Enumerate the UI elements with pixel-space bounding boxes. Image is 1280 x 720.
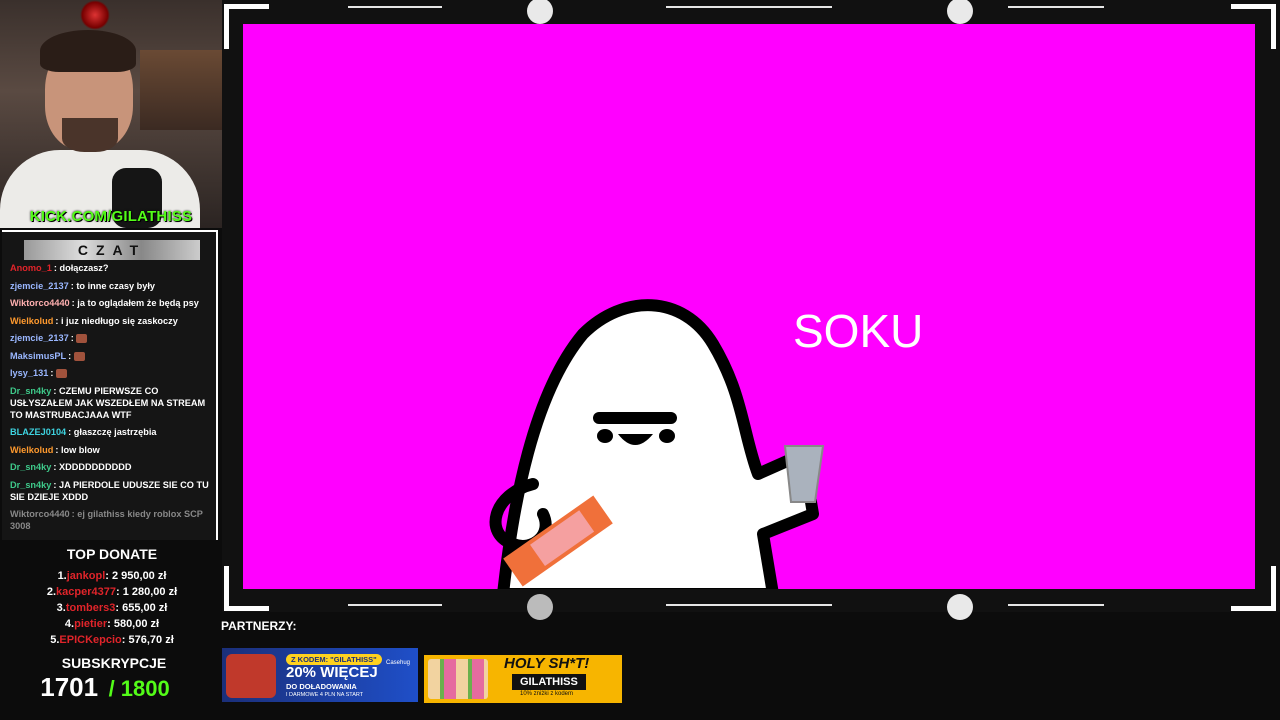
donate-rank: 2. — [46, 586, 57, 598]
frame-tick — [1008, 6, 1104, 8]
ad2-headline: HOLY SH*T! — [504, 655, 590, 672]
donate-name: pietier — [74, 618, 108, 630]
donate-rank: 1. — [57, 570, 67, 582]
partner-ad-holy[interactable]: HOLY SH*T! GILATHISS 10% zniżki z kodem — [424, 655, 622, 703]
stage-caption: SOKU — [793, 305, 924, 357]
streamer-hair — [40, 30, 136, 72]
subs-count: 1701 — [40, 672, 99, 702]
chat-title: CZAT — [24, 240, 200, 260]
stage-video: SOKU — [243, 24, 1255, 589]
chat-message: Dr_sn4ky: CZEMU PIERWSZE CO USŁYSZAŁEM J… — [10, 385, 210, 421]
chat-username[interactable]: zjemcie_2137 — [10, 281, 69, 291]
donate-name: jankopl — [66, 570, 106, 582]
chat-message: Wielkolud: low blow — [10, 444, 210, 456]
chat-username[interactable]: Dr_sn4ky — [10, 462, 51, 472]
chat-username[interactable]: MaksimusPL — [10, 351, 66, 361]
chat-message: Dr_sn4ky: XDDDDDDDDDD — [10, 461, 210, 473]
donate-amount: : 580,00 zł — [107, 618, 160, 630]
chat-username[interactable]: Wielkolud — [10, 316, 53, 326]
chat-message: MaksimusPL: — [10, 350, 210, 362]
chat-message: Wiktorco4440: ja to oglądałem że będą ps… — [10, 297, 210, 309]
chat-message: Wiktorco4440: ej gilathiss kiedy roblox … — [10, 508, 210, 532]
channel-url: KICK.COM/GILATHISS — [0, 208, 222, 225]
webcam-background-light — [80, 0, 110, 30]
ad1-brand: Casehug — [386, 660, 411, 666]
chat-username[interactable]: Wielkolud — [10, 445, 53, 455]
emote-icon — [76, 334, 88, 344]
frame-tick — [348, 6, 442, 8]
frame-logo-icon — [527, 0, 553, 24]
partner-ad-casehug[interactable]: Z KODEM: "GILATHISS" Casehug 20% WIĘCEJ … — [222, 648, 418, 702]
donate-row: 2.kacper4377: 1 280,00 zł — [0, 584, 224, 600]
emote-icon — [73, 351, 85, 361]
donate-row: 1.jankopl: 2 950,00 zł — [0, 568, 224, 584]
product-cans-icon — [428, 659, 488, 699]
donate-amount: : 2 950,00 zł — [105, 570, 167, 582]
chat-message: zjemcie_2137: — [10, 332, 210, 344]
frame-tick — [348, 604, 442, 606]
donate-amount: : 1 280,00 zł — [115, 586, 178, 598]
url-handle: GILATHISS — [111, 208, 193, 225]
donate-row: 4.pietier: 580,00 zł — [0, 616, 224, 632]
chat-text: XDDDDDDDDDD — [59, 462, 132, 472]
subs-counter: 1701 / 1800 — [0, 672, 210, 703]
ad1-headline: 20% WIĘCEJ — [286, 664, 378, 681]
chat-text: ja to oglądałem że będą psy — [77, 298, 199, 308]
chat-username[interactable]: Dr_sn4ky — [10, 480, 51, 490]
chat-message: Dr_sn4ky: JA PIERDOLE UDUSZE SIE CO TU S… — [10, 479, 210, 503]
frame-logo-icon — [947, 594, 973, 620]
chat-text: low blow — [60, 444, 100, 455]
chat-message-list: Anomo_1: dołączasz? zjemcie_2137: to inne… — [10, 260, 210, 538]
donate-name: kacper4377 — [56, 586, 116, 598]
emote-icon — [55, 369, 67, 379]
chat-username[interactable]: lysy_131 — [10, 368, 48, 378]
chat-username[interactable]: Wiktorco4440 — [10, 298, 70, 308]
chat-username[interactable]: BLAZEJ0104 — [10, 427, 66, 437]
frame-logo-icon — [947, 0, 973, 24]
webcam-background-shelf — [140, 50, 222, 130]
chat-message: BLAZEJ0104: głaszczę jastrzębia — [10, 426, 210, 438]
ad2-code: GILATHISS — [512, 674, 586, 690]
frame-tick — [666, 6, 832, 8]
chat-text: to inne czasy były — [76, 280, 156, 291]
chat-message: zjemcie_2137: to inne czasy były — [10, 280, 210, 292]
partners-label: PARTNERZY: — [221, 619, 297, 633]
donate-row: 5.EPICKepcio: 576,70 zł — [0, 632, 224, 648]
donate-amount: : 655,00 zł — [115, 602, 168, 614]
chat-username[interactable]: Dr_sn4ky — [10, 386, 51, 396]
frame-tick — [1008, 604, 1104, 606]
chat-username[interactable]: Wiktorco4440 — [10, 509, 70, 519]
chat-panel: CZAT Anomo_1: dołączasz? zjemcie_2137: to… — [2, 230, 218, 540]
subs-goal: / 1800 — [108, 676, 170, 701]
top-donate-list: 1.jankopl: 2 950,00 zł 2.kacper4377: 1 28… — [0, 568, 224, 648]
ad1-line1: DO DOŁADOWANIA — [286, 682, 357, 691]
chat-username[interactable]: zjemcie_2137 — [10, 333, 69, 343]
donate-name: tombers3 — [65, 602, 116, 614]
chat-text: dołączasz? — [59, 263, 109, 273]
treasure-chest-icon — [226, 654, 276, 698]
chat-text: głaszczę jastrzębia — [73, 427, 157, 437]
subs-title: SUBSKRYPCJE — [61, 655, 167, 671]
webcam-feed — [0, 0, 222, 228]
frame-logo-icon — [527, 594, 553, 620]
ad1-line2: I DARMOWE 4 PLN NA START — [286, 692, 364, 698]
chat-message: lysy_131: — [10, 367, 210, 379]
chat-text: i juz niedługo się zaskoczy — [60, 315, 178, 326]
donate-rank: 3. — [56, 602, 66, 614]
donate-row: 3.tombers3: 655,00 zł — [0, 600, 224, 616]
chat-username[interactable]: Anomo_1 — [10, 263, 52, 273]
donate-amount: : 576,70 zł — [121, 634, 174, 646]
streamer-beard — [62, 118, 118, 152]
frame-tick — [666, 604, 832, 606]
top-donate-title: TOP DONATE — [66, 546, 158, 562]
ad2-discount: 10% zniżki z kodem — [520, 691, 574, 697]
url-prefix: KICK.COM/ — [29, 208, 112, 225]
chat-separator: : — [68, 350, 74, 361]
donate-name: EPICKepcio — [59, 634, 122, 646]
donate-rank: 4. — [64, 618, 75, 630]
chat-message: Wielkolud: i juz niedługo się zaskoczy — [10, 315, 210, 327]
chat-message: Anomo_1: dołączasz? — [10, 262, 210, 274]
